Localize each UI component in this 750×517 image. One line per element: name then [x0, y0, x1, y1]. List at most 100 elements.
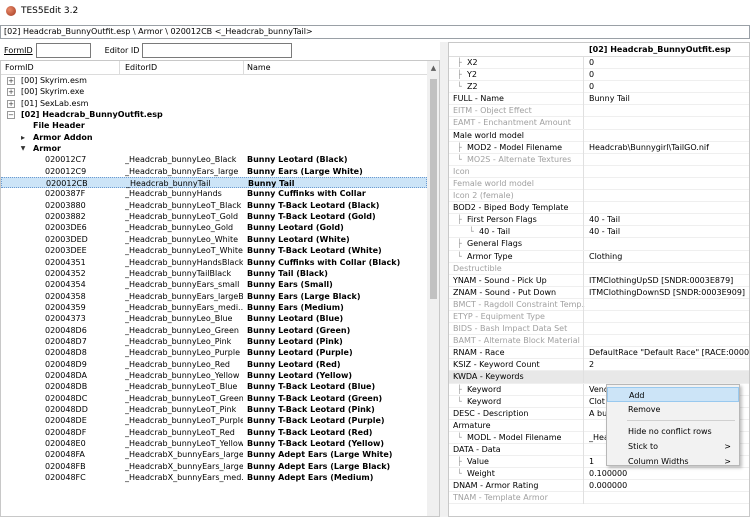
field-row[interactable]: BOD2 - Biped Body Template	[449, 202, 749, 215]
record-tree-scrollbar[interactable]: ▲	[427, 61, 439, 516]
field-value[interactable]: 2	[589, 359, 749, 371]
record-row[interactable]: 02003DEE _Headcrab_bunnyLeoT_White Bunny T…	[1, 245, 427, 256]
expand-icon[interactable]: +	[7, 77, 15, 85]
column-name[interactable]: Name	[247, 63, 271, 72]
field-row[interactable]: BMCT - Ragdoll Constraint Temp...	[449, 298, 749, 311]
field-row[interactable]: ├ MOD2 - Model Filename Headcrab\Bunnygirl…	[449, 141, 749, 154]
tree-group-node[interactable]: + [00] Skyrim.esm	[1, 75, 427, 86]
field-row[interactable]: EAMT - Enchantment Amount	[449, 117, 749, 130]
menu-item-stick-to[interactable]: Stick to >	[607, 439, 739, 454]
formid-filter-input[interactable]	[35, 42, 91, 58]
field-row[interactable]: TNAM - Template Armor	[449, 492, 749, 505]
record-row[interactable]: 02004354 _Headcrab_bunnyEars_small Bunny E…	[1, 279, 427, 290]
menu-item-column-widths[interactable]: Column Widths >	[607, 454, 739, 469]
record-row[interactable]: 020048DB _Headcrab_bunnyLeoT_Blue Bunny T-…	[1, 381, 427, 392]
field-row[interactable]: ETYP - Equipment Type	[449, 310, 749, 324]
field-value[interactable]: 0	[589, 69, 749, 81]
field-row[interactable]: └ Weight 0.100000	[449, 468, 749, 481]
expand-icon[interactable]: ▸	[19, 133, 27, 142]
menu-item-add[interactable]: Add	[607, 387, 739, 402]
menu-item-remove[interactable]: Remove	[607, 402, 739, 417]
field-row[interactable]: BIDS - Bash Impact Data Set	[449, 323, 749, 336]
record-row[interactable]: 02004373 _Headcrab_bunnyLeo_Blue Bunny Leo…	[1, 313, 427, 324]
field-value[interactable]: 0.100000	[589, 468, 749, 480]
field-row[interactable]: FULL - Name Bunny Tail	[449, 93, 749, 106]
record-row[interactable]: 020048FA _HeadcrabX_bunnyEars_large Bunny …	[1, 449, 427, 460]
record-row[interactable]: 02003DE6 _Headcrab_bunnyLeo_Gold Bunny Leo…	[1, 222, 427, 233]
details-plugin-column[interactable]: [02] Headcrab_BunnyOutfit.esp	[589, 45, 731, 54]
field-row[interactable]: └ MO2S - Alternate Textures	[449, 153, 749, 166]
tree-group-node[interactable]: + [00] Skyrim.exe	[1, 86, 427, 97]
field-row[interactable]: └ Armor Type Clothing	[449, 250, 749, 263]
field-row[interactable]: RNAM - Race DefaultRace "Default Race" [R…	[449, 347, 749, 360]
record-row[interactable]: 02004352 _Headcrab_bunnyTailBlack Bunny Ta…	[1, 268, 427, 279]
expand-icon[interactable]: +	[7, 88, 15, 97]
scroll-up-icon[interactable]: ▲	[429, 64, 438, 73]
record-row[interactable]: 020048FB _HeadcrabX_bunnyEars_large Bunny …	[1, 461, 427, 472]
record-row[interactable]: 020012CB _Headcrab_bunnyTail Bunny Tail	[1, 177, 427, 189]
record-row[interactable]: 020048DD _Headcrab_bunnyLeoT_Pink Bunny T-…	[1, 404, 427, 415]
field-row[interactable]: └ 40 - Tail 40 - Tail	[449, 226, 749, 239]
record-row[interactable]: 020048DA _Headcrab_bunnyLeo_Yellow Bunny L…	[1, 370, 427, 381]
record-row[interactable]: 0200387F _Headcrab_bunnyHands Bunny Cuffin…	[1, 188, 427, 199]
record-tree-view[interactable]: FormID EditorID Name + [00] Skyrim.esm + [0…	[0, 60, 440, 517]
field-row[interactable]: ├ X2 0	[449, 57, 749, 70]
field-row[interactable]: ├ First Person Flags 40 - Tail	[449, 214, 749, 227]
field-value[interactable]: 0.000000	[589, 480, 749, 492]
record-row[interactable]: 020048D7 _Headcrab_bunnyLeo_Pink Bunny Leo…	[1, 336, 427, 347]
field-row[interactable]: KSIZ - Keyword Count 2	[449, 359, 749, 372]
field-row[interactable]: DNAM - Armor Rating 0.000000	[449, 480, 749, 493]
record-row[interactable]: 020012C7 _Headcrab_bunnyLeo_Black Bunny Le…	[1, 154, 427, 165]
field-row[interactable]: KWDA - Keywords	[449, 371, 749, 384]
field-row[interactable]: ZNAM - Sound - Put Down ITMClothingDownSD…	[449, 286, 749, 299]
field-value[interactable]: 40 - Tail	[589, 226, 749, 238]
collapse-icon[interactable]: ▼	[19, 145, 27, 154]
field-row[interactable]: Male world model	[449, 129, 749, 142]
field-row[interactable]: Icon 2 (female)	[449, 190, 749, 203]
record-row[interactable]: 02004351 _Headcrab_bunnyHandsBlack Bunny C…	[1, 257, 427, 268]
tree-group-node[interactable]: − [02] Headcrab_BunnyOutfit.esp	[1, 109, 427, 120]
field-row[interactable]: Icon	[449, 165, 749, 178]
field-value[interactable]: Bunny Tail	[589, 93, 749, 105]
record-row[interactable]: 02003882 _Headcrab_bunnyLeoT_Gold Bunny T-…	[1, 211, 427, 222]
tree-group-node[interactable]: + [01] SexLab.esm	[1, 98, 427, 109]
record-row[interactable]: 020048D9 _Headcrab_bunnyLeo_Red Bunny Leot…	[1, 359, 427, 370]
field-row[interactable]: BAMT - Alternate Block Material	[449, 335, 749, 348]
record-row[interactable]: 020048DF _Headcrab_bunnyLeoT_Red Bunny T-B…	[1, 427, 427, 438]
record-row[interactable]: 020048D8 _Headcrab_bunnyLeo_Purple Bunny L…	[1, 347, 427, 358]
pane-splitter[interactable]	[440, 42, 448, 517]
tree-group-node[interactable]: ▸ Armor Addon	[1, 132, 427, 143]
record-row[interactable]: 02004358 _Headcrab_bunnyEars_largeB Bunny …	[1, 291, 427, 302]
field-row[interactable]: ├ Y2 0	[449, 69, 749, 82]
expand-icon[interactable]: +	[7, 99, 15, 108]
field-value[interactable]: 0	[589, 57, 749, 69]
field-row[interactable]: EITM - Object Effect	[449, 105, 749, 118]
record-row[interactable]: 020048FC _HeadcrabX_bunnyEars_med... Bunny…	[1, 472, 427, 483]
scrollbar-thumb[interactable]	[430, 79, 437, 299]
field-row[interactable]: ├ General Flags	[449, 238, 749, 251]
collapse-icon[interactable]: −	[7, 111, 15, 120]
field-value[interactable]: ITMClothingUpSD [SNDR:0003E879]	[589, 275, 749, 287]
tree-group-node[interactable]: ▼ Armor	[1, 143, 427, 154]
field-value[interactable]: ITMClothingDownSD [SNDR:0003E909]	[589, 287, 749, 299]
record-row[interactable]: 02004359 _Headcrab_bunnyEars_medi... Bunny…	[1, 302, 427, 313]
column-formid[interactable]: FormID	[5, 63, 34, 72]
field-value[interactable]: Headcrab\Bunnygirl\TailGO.nif	[589, 142, 749, 154]
record-row[interactable]: 020048E0 _Headcrab_bunnyLeoT_Yellow Bunny …	[1, 438, 427, 449]
field-row[interactable]: YNAM - Sound - Pick Up ITMClothingUpSD [S…	[449, 274, 749, 287]
field-row[interactable]: └ Z2 0	[449, 81, 749, 94]
field-row[interactable]: Female world model	[449, 177, 749, 191]
record-row[interactable]: 020048D6 _Headcrab_bunnyLeo_Green Bunny Le…	[1, 325, 427, 336]
field-value[interactable]: Clothing	[589, 251, 749, 263]
menu-item-hide-no-conflict[interactable]: Hide no conflict rows	[607, 424, 739, 439]
field-value[interactable]: 0	[589, 81, 749, 93]
record-row[interactable]: 020048DC _Headcrab_bunnyLeoT_Green Bunny T…	[1, 393, 427, 404]
record-row[interactable]: 02003880 _Headcrab_bunnyLeoT_Black Bunny T…	[1, 200, 427, 211]
field-row[interactable]: Destructible	[449, 262, 749, 275]
column-editorid[interactable]: EditorID	[125, 63, 157, 72]
tree-group-node[interactable]: File Header	[1, 120, 427, 131]
record-row[interactable]: 02003DED _Headcrab_bunnyLeo_White Bunny Le…	[1, 234, 427, 245]
field-value[interactable]: 40 - Tail	[589, 214, 749, 226]
editorid-filter-input[interactable]	[142, 42, 293, 58]
record-row[interactable]: 020048DE _Headcrab_bunnyLeoT_Purple Bunny …	[1, 415, 427, 426]
